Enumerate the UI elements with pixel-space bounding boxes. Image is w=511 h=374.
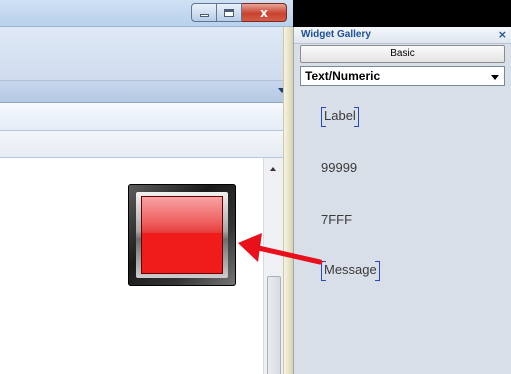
pointer-arrow-icon — [238, 233, 323, 265]
arrow-shaft — [251, 244, 323, 265]
arrow-head — [238, 233, 262, 262]
